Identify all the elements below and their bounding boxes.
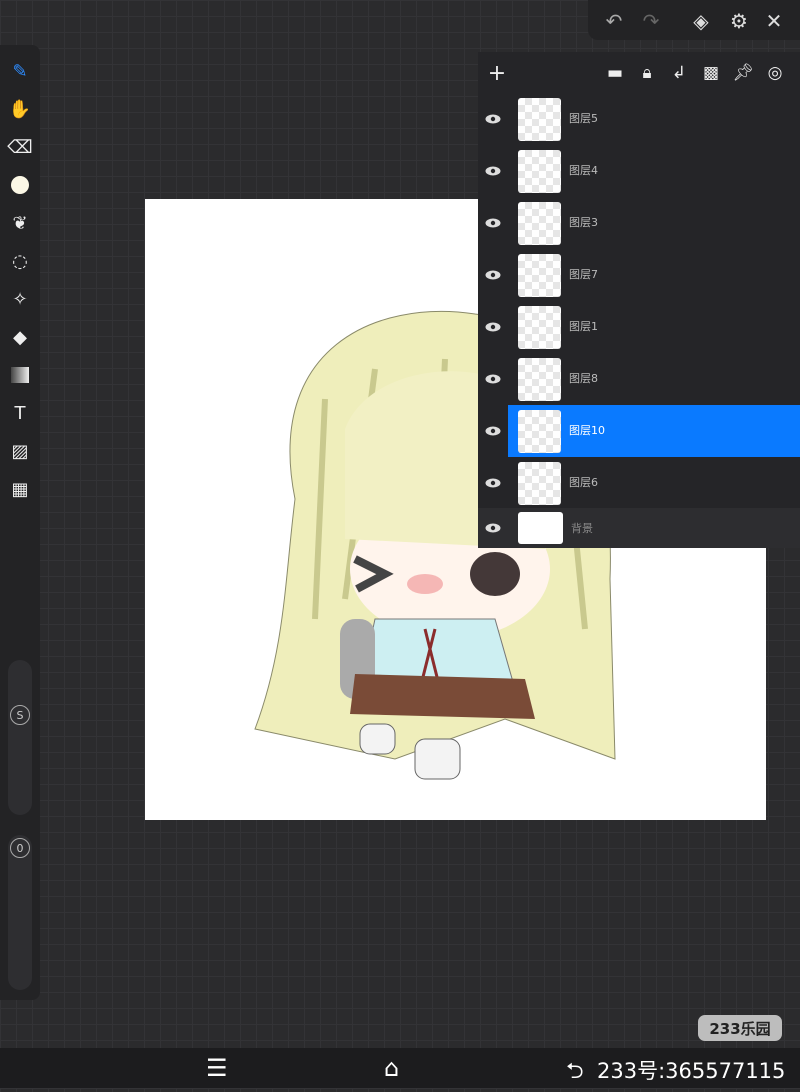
layer-thumbnail <box>518 462 561 505</box>
layer-name: 图层7 <box>569 268 598 281</box>
eye-icon[interactable] <box>484 162 502 180</box>
top-bar: ↶ ↷ ◈ ⚙ ✕ <box>588 0 800 40</box>
shape-icon[interactable]: ❦ <box>6 209 34 237</box>
merge-down-icon[interactable]: ↲ <box>668 62 690 84</box>
smudge-icon[interactable]: ✋ <box>6 95 34 123</box>
eye-icon[interactable] <box>484 318 502 336</box>
layer-name: 图层4 <box>569 164 598 177</box>
layer-thumbnail <box>518 202 561 245</box>
eye-icon[interactable] <box>484 474 502 492</box>
back-icon[interactable]: ⮌ <box>566 1054 584 1092</box>
layer-name: 图层8 <box>569 372 598 385</box>
eye-icon[interactable] <box>484 370 502 388</box>
layer-name: 图层10 <box>569 424 605 437</box>
layer-thumbnail <box>518 512 563 544</box>
tool-sidebar: ✎ ✋ ⌫ ❦ ◌ ✧ ◆ T ▨ ▦ S 0 <box>0 45 40 1000</box>
layer-name: 图层5 <box>569 112 598 125</box>
fill-bucket-icon[interactable]: ◆ <box>6 323 34 351</box>
brush-icon[interactable]: ✎ <box>6 57 34 85</box>
watermark-badge: 233乐园 <box>698 1015 782 1041</box>
eye-icon[interactable] <box>484 110 502 128</box>
text-icon[interactable]: T <box>6 399 34 427</box>
system-nav-bar: ☰ ⌂ ⮌ 233号:365577115 <box>0 1048 800 1088</box>
layer-name: 背景 <box>571 522 593 535</box>
layer-thumbnail <box>518 306 561 349</box>
layer-thumbnail <box>518 358 561 401</box>
lock-icon[interactable]: 🔒︎ <box>636 62 658 84</box>
color-picker-icon[interactable] <box>6 171 34 199</box>
layer-name: 图层1 <box>569 320 598 333</box>
close-icon[interactable]: ✕ <box>761 8 787 34</box>
layer-thumbnail <box>518 98 561 141</box>
lasso-icon[interactable]: ◌ <box>6 247 34 275</box>
layout-icon[interactable]: ▦ <box>6 475 34 503</box>
opacity-slider[interactable] <box>8 835 32 990</box>
layer-name: 图层3 <box>569 216 598 229</box>
eraser-icon[interactable]: ⌫ <box>6 133 34 161</box>
layer-row[interactable]: 图层3 <box>485 197 800 249</box>
gear-icon[interactable]: ⚙ <box>726 8 752 34</box>
layer-row[interactable]: 图层7 <box>485 249 800 301</box>
layer-thumbnail <box>518 150 561 193</box>
layer-name: 图层6 <box>569 476 598 489</box>
layers-icon[interactable]: ◈ <box>688 8 714 34</box>
size-label: S <box>10 705 30 725</box>
layer-row[interactable]: 图层4 <box>485 145 800 197</box>
folder-icon[interactable]: ▬ <box>604 62 626 84</box>
add-layer-icon[interactable]: + <box>486 61 508 86</box>
background-layer-row[interactable]: 背景 <box>478 508 800 548</box>
layer-row[interactable]: 图层5 <box>485 93 800 145</box>
eye-icon[interactable] <box>484 519 502 537</box>
layer-thumbnail <box>518 254 561 297</box>
layers-panel: + ▬ 🔒︎ ↲ ▩ 📌︎ ◎ 图层5 图层4 图层3 图层7 图层1 图层8 … <box>478 52 800 548</box>
redo-icon[interactable]: ↷ <box>638 8 664 34</box>
eye-icon[interactable] <box>484 266 502 284</box>
layer-row[interactable]: 图层10 <box>485 405 800 457</box>
layer-row[interactable]: 图层1 <box>485 301 800 353</box>
watermark-id: 233号:365577115 <box>597 1059 786 1083</box>
undo-icon[interactable]: ↶ <box>601 8 627 34</box>
layer-row[interactable]: 图层6 <box>485 457 800 509</box>
brush-size-slider[interactable] <box>8 660 32 815</box>
home-icon[interactable]: ⌂ <box>384 1054 399 1082</box>
pin-icon[interactable]: 📌︎ <box>732 62 754 84</box>
transparency-icon[interactable]: ▩ <box>700 62 722 84</box>
layer-row[interactable]: 图层8 <box>485 353 800 405</box>
eye-icon[interactable] <box>484 422 502 440</box>
target-icon[interactable]: ◎ <box>764 62 786 84</box>
menu-icon[interactable]: ☰ <box>206 1054 228 1082</box>
opacity-label: 0 <box>10 838 30 858</box>
gradient-icon[interactable] <box>6 361 34 389</box>
eye-icon[interactable] <box>484 214 502 232</box>
layer-thumbnail <box>518 410 561 453</box>
magic-wand-icon[interactable]: ✧ <box>6 285 34 313</box>
image-icon[interactable]: ▨ <box>6 437 34 465</box>
